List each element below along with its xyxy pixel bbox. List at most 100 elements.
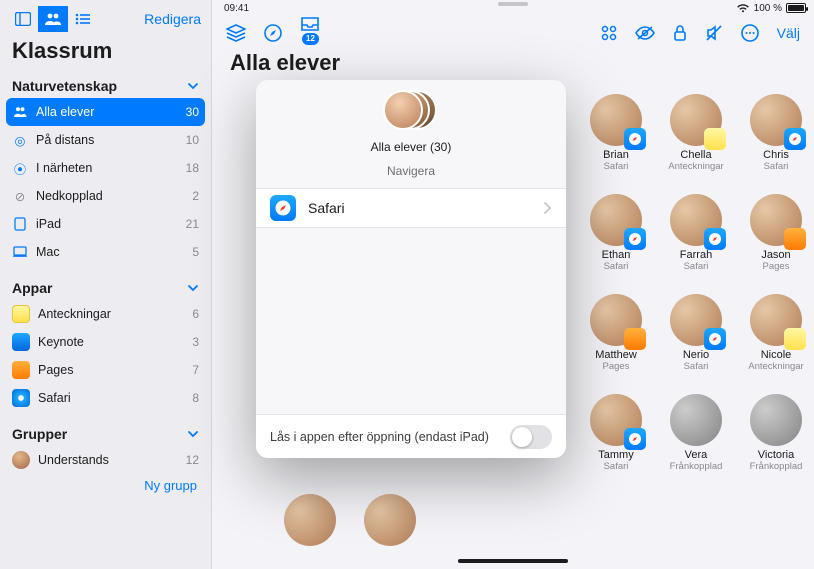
toolbar-inbox-button[interactable]: 12 [300, 16, 320, 50]
wifi-icon [736, 3, 750, 13]
sidebar-app-notes[interactable]: Anteckningar 6 [0, 300, 211, 328]
view-list-button[interactable] [68, 6, 98, 32]
toolbar-mute-button[interactable] [705, 24, 723, 42]
app-badge-icon [624, 328, 646, 350]
student-name: Nicole [736, 349, 814, 361]
section-groups-header[interactable]: Grupper [0, 420, 211, 446]
toolbar-compass-button[interactable] [264, 24, 282, 42]
student-name: Chella [656, 149, 736, 161]
avatar [670, 194, 722, 246]
avatar [590, 194, 642, 246]
avatar [284, 494, 336, 546]
student-cell[interactable]: ChellaAnteckningar [656, 94, 736, 172]
toolbar-grid-button[interactable] [601, 25, 617, 41]
student-name: Victoria [736, 449, 814, 461]
student-cell[interactable]: EthanSafari [576, 194, 656, 272]
toolbar-eye-button[interactable] [635, 26, 655, 40]
sidebar: Redigera Klassrum Naturvetenskap Alla el… [0, 0, 212, 569]
student-cell[interactable] [270, 494, 350, 549]
student-app: Pages [736, 261, 814, 272]
people-icon [44, 12, 62, 26]
avatar [670, 94, 722, 146]
student-app: Pages [576, 361, 656, 372]
sidebar-app-pages[interactable]: Pages 7 [0, 356, 211, 384]
sidebar-app-safari[interactable]: Safari 8 [0, 384, 211, 412]
section-class-header[interactable]: Naturvetenskap [0, 72, 211, 98]
view-sidebar-button[interactable] [8, 6, 38, 32]
student-cell[interactable]: JasonPages [736, 194, 814, 272]
app-badge-icon [704, 128, 726, 150]
avatar [750, 94, 802, 146]
student-name: Matthew [576, 349, 656, 361]
modal-avatar-stack [383, 90, 439, 134]
sidebar-item-remote[interactable]: ◎ På distans 10 [0, 126, 211, 154]
new-group-button[interactable]: Ny grupp [0, 474, 211, 497]
sidebar-item-offline[interactable]: ⊘ Nedkopplad 2 [0, 182, 211, 210]
sidebar-item-label: Understands [38, 453, 178, 467]
student-name: Tammy [576, 449, 656, 461]
avatar [750, 194, 802, 246]
student-name: Jason [736, 249, 814, 261]
modal-app-row-safari[interactable]: Safari [256, 188, 566, 228]
student-app: Frånkopplad [736, 461, 814, 472]
section-groups-title: Grupper [12, 426, 67, 442]
student-name: Farrah [656, 249, 736, 261]
list-icon [75, 13, 91, 25]
student-cell[interactable]: FarrahSafari [656, 194, 736, 272]
student-cell[interactable]: ChrisSafari [736, 94, 814, 172]
student-app: Safari [736, 161, 814, 172]
app-badge-icon [704, 328, 726, 350]
student-name: Ethan [576, 249, 656, 261]
avatar [364, 494, 416, 546]
sidebar-app-keynote[interactable]: Keynote 3 [0, 328, 211, 356]
student-cell[interactable]: VictoriaFrånkopplad [736, 394, 814, 472]
notes-app-icon [12, 305, 30, 323]
toolbar-lock-button[interactable] [673, 24, 687, 42]
avatar [590, 294, 642, 346]
toolbar-layers-button[interactable] [226, 24, 246, 42]
student-cell[interactable]: NerioSafari [656, 294, 736, 372]
avatar [750, 394, 802, 446]
avatar [750, 294, 802, 346]
app-badge-icon [624, 428, 646, 450]
sidebar-item-ipad[interactable]: iPad 21 [0, 210, 211, 238]
section-apps-header[interactable]: Appar [0, 274, 211, 300]
nearby-icon: ⦿ [12, 159, 28, 178]
chevron-right-icon [542, 201, 552, 215]
student-app: Safari [656, 261, 736, 272]
status-bar: 09:41 100 % [212, 0, 814, 16]
sidebar-item-count: 7 [192, 363, 199, 377]
safari-app-icon [12, 389, 30, 407]
sidebar-item-label: Alla elever [36, 105, 178, 119]
sidebar-item-nearby[interactable]: ⦿ I närheten 18 [0, 154, 211, 182]
app-badge-icon [624, 228, 646, 250]
sidebar-item-label: Mac [36, 245, 184, 259]
student-name: Vera [656, 449, 736, 461]
student-cell[interactable]: BrianSafari [576, 94, 656, 172]
chevron-down-icon [187, 428, 199, 440]
student-cell[interactable] [350, 494, 430, 549]
page-title: Alla elever [230, 50, 340, 76]
sidebar-item-count: 30 [186, 105, 199, 119]
inbox-count-badge: 12 [302, 33, 319, 45]
toolbar-more-button[interactable] [741, 24, 759, 42]
edit-button[interactable]: Redigera [144, 11, 201, 27]
home-indicator[interactable] [458, 559, 568, 563]
toolbar-select-button[interactable]: Välj [777, 25, 800, 41]
modal-subtitle: Navigera [256, 164, 566, 178]
sidebar-item-mac[interactable]: Mac 5 [0, 238, 211, 266]
student-app: Safari [576, 161, 656, 172]
student-app: Anteckningar [736, 361, 814, 372]
lock-toggle[interactable] [510, 425, 552, 449]
app-badge-icon [784, 328, 806, 350]
avatar [670, 294, 722, 346]
status-time: 09:41 [224, 3, 249, 14]
view-people-button[interactable] [38, 6, 68, 32]
student-cell[interactable]: VeraFrånkopplad [656, 394, 736, 472]
sidebar-group-understands[interactable]: Understands 12 [0, 446, 211, 474]
student-cell[interactable]: NicoleAnteckningar [736, 294, 814, 372]
student-cell[interactable]: TammySafari [576, 394, 656, 472]
sidebar-item-all-students[interactable]: Alla elever 30 [6, 98, 205, 126]
sidebar-item-count: 12 [186, 453, 199, 467]
student-cell[interactable]: MatthewPages [576, 294, 656, 372]
